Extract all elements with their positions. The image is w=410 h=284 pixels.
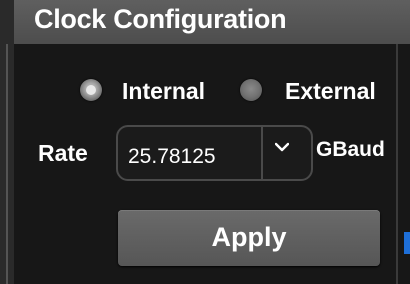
apply-button-label: Apply [211,222,287,252]
rate-unit-label: GBaud [316,138,385,161]
chevron-down-icon[interactable] [275,140,289,154]
rate-dropdown-divider [261,127,263,179]
rate-label: Rate [38,140,88,166]
panel-title: Clock Configuration [34,4,287,34]
external-radio-button[interactable] [240,79,262,101]
rate-value: 25.78125 [128,145,216,168]
internal-radio-label[interactable]: Internal [122,78,205,105]
external-radio-label[interactable]: External [285,78,376,105]
internal-radio-button[interactable] [80,79,102,101]
adjacent-panel-edge [404,232,410,254]
panel-right-divider [396,44,398,284]
clock-configuration-panel: Clock Configuration Internal External Ra… [0,0,410,284]
panel-left-border-line [6,44,8,284]
rate-dropdown[interactable]: 25.78125 [116,125,313,181]
apply-button[interactable]: Apply [118,210,380,266]
panel-header: Clock Configuration [14,0,410,44]
